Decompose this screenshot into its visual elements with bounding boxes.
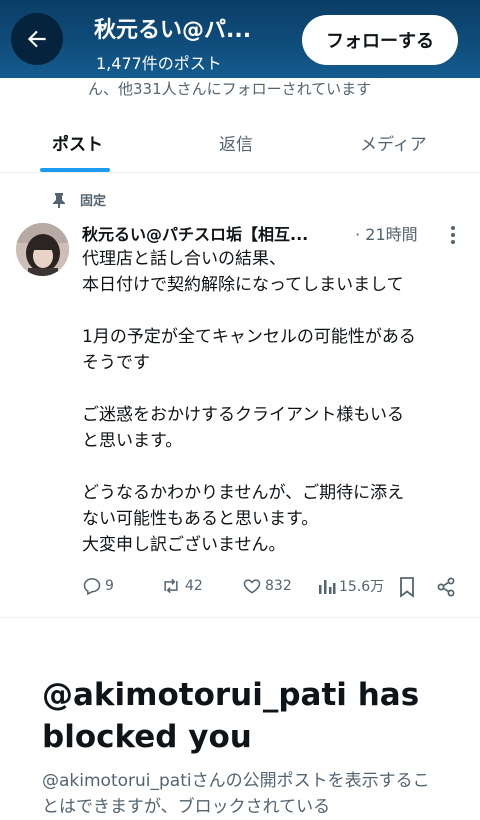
- share-icon[interactable]: [436, 577, 456, 597]
- profile-name: 秋元るい@パ...: [94, 18, 252, 43]
- like-count: 832: [265, 578, 292, 594]
- tweet-line: と思います。: [82, 431, 183, 451]
- pin-icon: [53, 192, 65, 208]
- pinned-label: 固定: [52, 190, 106, 209]
- divider: [0, 617, 480, 618]
- tweet-line: ご迷惑をおかけするクライアント様もいる: [82, 405, 404, 425]
- tweet-line: どうなるかわかりませんが、ご期待に添え: [82, 483, 405, 503]
- tab-posts[interactable]: ポスト: [52, 130, 103, 155]
- more-options-icon[interactable]: [445, 225, 461, 245]
- repost-icon: [164, 578, 178, 594]
- view-count: 15.6万: [339, 579, 385, 595]
- tweet-header: 秋元るい@パチスロ垢【相互... · 21時間: [82, 221, 462, 245]
- bookmark-icon[interactable]: [398, 576, 416, 598]
- profile-header: 秋元るい@パ... 1,477件のポスト フォローする: [0, 0, 480, 78]
- tweet-line: 大変申し訳ございません。: [82, 535, 286, 555]
- arrow-left-icon: [27, 30, 46, 48]
- repost-count: 42: [185, 578, 203, 594]
- reply-count: 9: [105, 578, 114, 594]
- tweet-author-name[interactable]: 秋元るい@パチスロ垢【相互...: [82, 221, 350, 245]
- reply-button[interactable]: 9: [82, 576, 114, 596]
- tweet-text: 代理店と話し合いの結果、 本日付けで契約解除になってしまいまして 1月の予定が全…: [82, 246, 462, 558]
- tweet-line: ない可能性もあると思います。: [82, 509, 319, 529]
- avatar-image: [16, 223, 69, 276]
- tweet-line: 本日付けで契約解除になってしまいまして: [82, 275, 404, 295]
- profile-tabs: ポスト 返信 メディア: [0, 116, 480, 173]
- followers-you-know[interactable]: ん、他331人さんにフォローされています: [88, 78, 371, 99]
- tab-media[interactable]: メディア: [360, 130, 427, 155]
- reply-icon: [83, 578, 101, 596]
- tweet-line: そうです: [82, 353, 150, 373]
- tweet-line: 代理店と話し合いの結果、: [82, 249, 286, 269]
- pinned-text: 固定: [80, 194, 107, 209]
- repost-button[interactable]: 42: [160, 576, 203, 596]
- tweet-actions: 9 42 832 15.6万: [82, 576, 462, 600]
- follow-button[interactable]: フォローする: [302, 15, 458, 65]
- views-chart-icon: [319, 580, 336, 594]
- post-count: 1,477件のポスト: [96, 54, 222, 73]
- like-button[interactable]: 832: [242, 576, 292, 596]
- views-button[interactable]: 15.6万: [318, 576, 384, 596]
- avatar[interactable]: [16, 223, 69, 276]
- tweet-line: 1月の予定が全てキャンセルの可能性がある: [82, 327, 416, 347]
- blocked-description: @akimotorui_patiさんの公開ポストを表示することはできますが、ブロ…: [42, 771, 430, 817]
- active-tab-indicator: [40, 168, 110, 172]
- back-button[interactable]: [11, 13, 63, 65]
- blocked-heading: @akimotorui_pati has blocked you: [42, 677, 420, 755]
- tab-replies[interactable]: 返信: [219, 130, 253, 155]
- heart-icon: [243, 579, 261, 594]
- tweet-timestamp[interactable]: · 21時間: [355, 221, 418, 245]
